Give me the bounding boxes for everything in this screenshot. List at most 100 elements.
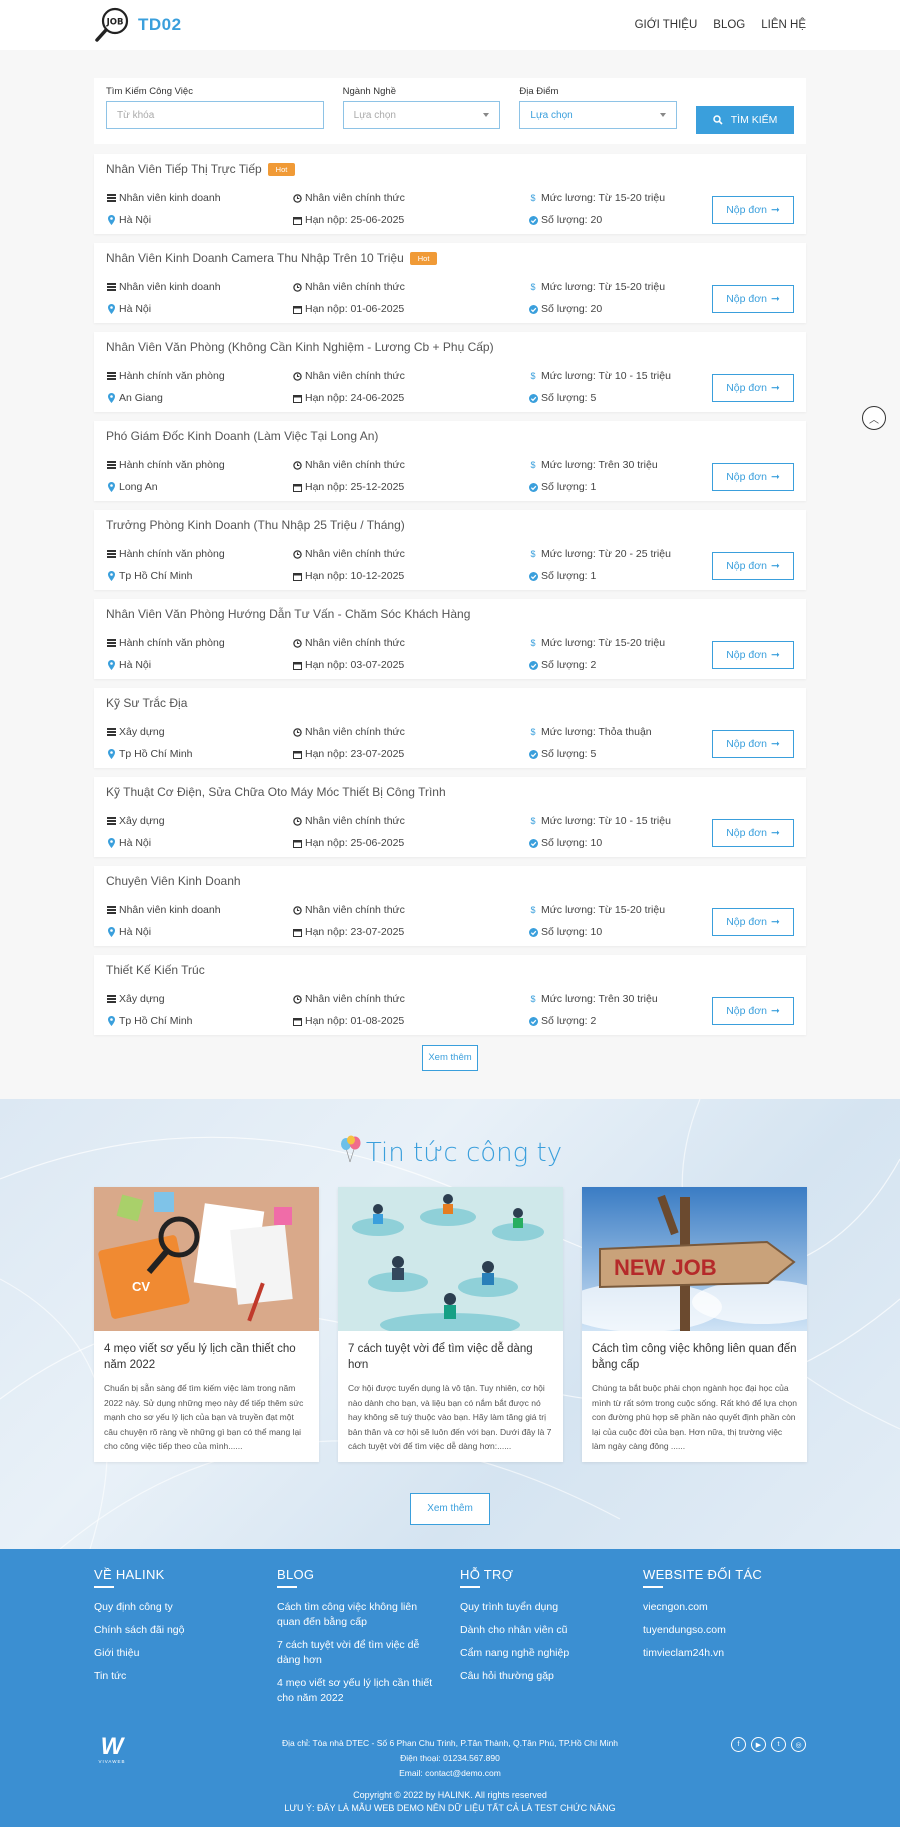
caret-down-icon [660,113,667,117]
footer-link[interactable]: Câu hỏi thường gặp [460,1669,620,1684]
footer-link[interactable]: Chính sách đãi ngộ [94,1623,254,1638]
job-title[interactable]: Phó Giám Đốc Kinh Doanh (Làm Việc Tại Lo… [106,428,794,444]
job-location: Hà Nội [106,837,292,849]
apply-button-label: Nộp đơn [726,471,767,483]
apply-button[interactable]: Nộp đơn ➞ [712,997,794,1025]
job-salary-text: Mức lương: Từ 15-20 triệu [541,904,666,916]
job-title[interactable]: Thiết Kế Kiến Trúc [106,962,794,978]
search-button[interactable]: TÌM KIẾM [696,106,794,134]
footer-link[interactable]: 7 cách tuyệt vời để tìm việc dễ dàng hơn [277,1638,437,1668]
news-card[interactable]: 7 cách tuyệt vời để tìm việc dễ dàng hơn… [338,1187,563,1462]
nav-contact[interactable]: LIÊN HỆ [761,19,806,31]
job-category-text: Hành chính văn phòng [119,637,225,649]
job-row-2: Hà Nội Hạn nộp: 01-06-2025 Số lượng: 20 [106,303,688,315]
apply-button[interactable]: Nộp đơn ➞ [712,463,794,491]
footer-phone: Điện thoại: 01234.567.890 [400,1753,500,1763]
footer-link[interactable]: tuyendungso.com [643,1623,803,1638]
instagram-icon[interactable]: ◎ [791,1737,806,1752]
job-title[interactable]: Kỹ Thuật Cơ Điện, Sửa Chữa Oto Máy Móc T… [106,784,794,800]
apply-button[interactable]: Nộp đơn ➞ [712,908,794,936]
job-title-text: Nhân Viên Văn Phòng (Không Cần Kinh Nghi… [106,340,494,354]
clock-icon [292,460,302,470]
job-deadline: Hạn nộp: 10-12-2025 [292,570,528,582]
news-title[interactable]: 7 cách tuyệt vời để tìm việc dễ dàng hơn [348,1341,553,1373]
job-location-text: Hà Nội [119,926,152,938]
job-card: Kỹ Sư Trắc Địa Xây dựng Nhân viên chính th… [94,688,806,768]
job-salary: $ Mức lương: Từ 15-20 triệu [528,281,688,293]
job-title[interactable]: Chuyên Viên Kinh Doanh [106,873,794,889]
arrow-right-icon: ➞ [770,649,780,661]
footer-link[interactable]: Tin tức [94,1669,254,1684]
scroll-to-top-button[interactable]: ︿ [862,406,886,430]
youtube-icon[interactable]: ▶ [751,1737,766,1752]
svg-text:CV: CV [132,1279,150,1294]
job-title[interactable]: Nhân Viên Kinh Doanh Camera Thu Nhập Trê… [106,250,794,266]
job-card: Nhân Viên Kinh Doanh Camera Thu Nhập Trê… [94,243,806,323]
apply-button[interactable]: Nộp đơn ➞ [712,196,794,224]
apply-button-label: Nộp đơn [726,916,767,928]
job-quantity-text: Số lượng: 2 [541,1015,597,1027]
list-icon [106,282,116,292]
job-title[interactable]: Nhân Viên Văn Phòng Hướng Dẫn Tư Vấn - C… [106,606,794,622]
map-pin-icon [106,927,116,937]
footer-link[interactable]: timvieclam24h.vn [643,1646,803,1661]
apply-button[interactable]: Nộp đơn ➞ [712,374,794,402]
footer-link[interactable]: Quy trình tuyển dụng [460,1600,620,1615]
footer-link[interactable]: viecngon.com [643,1600,803,1615]
apply-button[interactable]: Nộp đơn ➞ [712,552,794,580]
map-pin-icon [106,571,116,581]
nav-blog[interactable]: BLOG [713,19,745,31]
footer-link[interactable]: Cách tìm công việc không liên quan đến b… [277,1600,437,1630]
footer-link[interactable]: Giới thiệu [94,1646,254,1661]
news-card[interactable]: CV 4 mẹo viết sơ yếu lý lịch cần thiết ch… [94,1187,319,1462]
more-news-button[interactable]: Xem thêm [410,1493,490,1525]
industry-field: Ngành Nghề Lựa chọn [342,86,501,129]
footer-link[interactable]: 4 mẹo viết sơ yếu lý lịch cần thiết cho … [277,1676,437,1706]
job-row-2: Hà Nội Hạn nộp: 03-07-2025 Số lượng: 2 [106,659,688,671]
apply-button[interactable]: Nộp đơn ➞ [712,819,794,847]
twitter-icon[interactable]: t [771,1737,786,1752]
job-row-2: Long An Hạn nộp: 25-12-2025 Số lượng: 1 [106,481,688,493]
news-title[interactable]: 4 mẹo viết sơ yếu lý lịch cần thiết cho … [104,1341,309,1373]
job-type-text: Nhân viên chính thức [305,637,405,649]
footer-link[interactable]: Quy định công ty [94,1600,254,1615]
footer-social: f ▶ t ◎ [731,1737,806,1752]
job-location-text: An Giang [119,392,163,404]
news-card[interactable]: NEW JOB Cách tìm công việc không liên qua… [582,1187,807,1462]
news-image[interactable] [338,1187,563,1331]
apply-button[interactable]: Nộp đơn ➞ [712,730,794,758]
job-title[interactable]: Nhân Viên Tiếp Thị Trực Tiếp Hot [106,161,794,177]
footer-columns: VỀ HALINK Quy định công ty Chính sách đãi … [94,1567,826,1714]
footer-email[interactable]: Email: contact@demo.com [0,1766,900,1781]
apply-button[interactable]: Nộp đơn ➞ [712,285,794,313]
apply-button[interactable]: Nộp đơn ➞ [712,641,794,669]
job-salary-text: Mức lương: Thỏa thuận [541,726,652,738]
industry-select[interactable]: Lựa chọn [342,101,501,129]
news-title[interactable]: Cách tìm công việc không liên quan đến b… [592,1341,797,1373]
footer-link[interactable]: Cẩm nang nghề nghiệp [460,1646,620,1661]
job-category-text: Xây dựng [119,815,165,827]
job-title[interactable]: Kỹ Sư Trắc Địa [106,695,794,711]
facebook-icon[interactable]: f [731,1737,746,1752]
job-row-1: Nhân viên kinh doanh Nhân viên chính thức… [106,904,688,916]
news-image[interactable]: NEW JOB [582,1187,807,1331]
location-select[interactable]: Lựa chọn [519,101,678,129]
job-salary-text: Mức lương: Từ 15-20 triệu [541,281,666,293]
job-category-text: Hành chính văn phòng [119,370,225,382]
nav-about[interactable]: GIỚI THIỆU [635,19,698,31]
news-image[interactable]: CV [94,1187,319,1331]
map-pin-icon [106,838,116,848]
job-row-2: An Giang Hạn nộp: 24-06-2025 Số lượng: 5 [106,392,688,404]
check-circle-icon [528,749,538,759]
job-deadline: Hạn nộp: 25-06-2025 [292,837,528,849]
job-card: Trưởng Phòng Kinh Doanh (Thu Nhập 25 Tri… [94,510,806,590]
footer-link[interactable]: Dành cho nhân viên cũ [460,1623,620,1638]
job-title[interactable]: Trưởng Phòng Kinh Doanh (Thu Nhập 25 Tri… [106,517,794,533]
more-jobs-button[interactable]: Xem thêm [422,1045,478,1071]
job-title[interactable]: Nhân Viên Văn Phòng (Không Cần Kinh Nghi… [106,339,794,355]
news-cards: CV 4 mẹo viết sơ yếu lý lịch cần thiết ch… [94,1187,807,1462]
logo[interactable]: JOB TD02 [94,6,182,44]
arrow-right-icon: ➞ [770,293,780,305]
job-card: Nhân Viên Văn Phòng (Không Cần Kinh Nghi… [94,332,806,412]
keyword-input[interactable]: Từ khóa [106,101,324,129]
